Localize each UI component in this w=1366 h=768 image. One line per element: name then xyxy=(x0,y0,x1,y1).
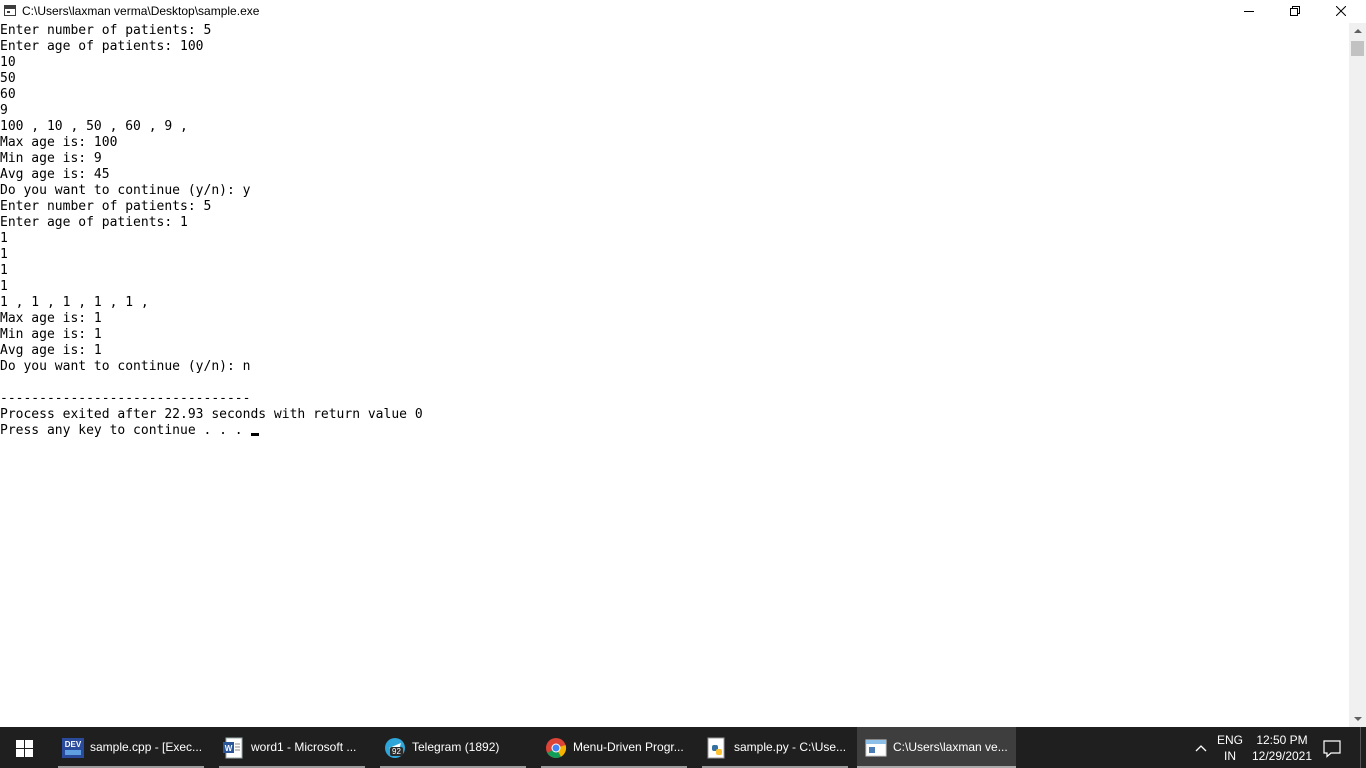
console-line: Process exited after 22.93 seconds with … xyxy=(0,407,423,422)
taskbar-clock[interactable]: 12:50 PM 12/29/2021 xyxy=(1246,732,1318,764)
restore-icon xyxy=(1290,6,1300,16)
scroll-up-button[interactable] xyxy=(1349,23,1366,40)
console-line: 100 , 10 , 50 , 60 , 9 , xyxy=(0,119,188,134)
console-line: 1 xyxy=(0,247,8,262)
restore-button[interactable] xyxy=(1272,0,1318,23)
console-separator: -------------------------------- xyxy=(0,391,251,406)
notification-icon xyxy=(1323,740,1341,758)
console-line: Do you want to continue (y/n): y xyxy=(0,183,251,198)
taskbar-item-console[interactable]: C:\Users\laxman ve... xyxy=(857,727,1016,768)
svg-text:DEV: DEV xyxy=(65,740,82,749)
arrow-up-icon xyxy=(1354,29,1362,33)
taskbar-item-label: Telegram (1892) xyxy=(412,740,500,754)
taskbar-item-label: C:\Users\laxman ve... xyxy=(893,740,1008,754)
windows-logo-icon xyxy=(16,740,33,757)
language-region: IN xyxy=(1224,749,1236,763)
arrow-down-icon xyxy=(1354,717,1362,721)
scroll-down-button[interactable] xyxy=(1349,710,1366,727)
console-line: Min age is: 1 xyxy=(0,327,102,342)
scroll-thumb[interactable] xyxy=(1351,41,1364,56)
window-title: C:\Users\laxman verma\Desktop\sample.exe xyxy=(22,4,260,18)
console-app-icon xyxy=(4,5,16,16)
console-prompt-line: Press any key to continue . . . xyxy=(0,423,260,439)
svg-text:W: W xyxy=(225,744,233,753)
start-button[interactable] xyxy=(0,727,48,768)
taskbar-item-label: word1 - Microsoft ... xyxy=(251,740,357,754)
console-line: Min age is: 9 xyxy=(0,151,102,166)
taskbar-item-telegram[interactable]: 92 Telegram (1892) xyxy=(376,727,530,768)
minimize-button[interactable] xyxy=(1226,0,1272,23)
taskbar-item-label: sample.py - C:\Use... xyxy=(734,740,847,754)
console-icon xyxy=(865,739,887,757)
console-line: Enter number of patients: 5 xyxy=(0,199,212,214)
console-line: 10 xyxy=(0,55,16,70)
taskbar-item-python[interactable]: sample.py - C:\Use... xyxy=(698,727,852,768)
close-button[interactable] xyxy=(1318,0,1364,23)
taskbar-item-word[interactable]: W word1 - Microsoft ... xyxy=(215,727,369,768)
console-line: Enter number of patients: 5 xyxy=(0,23,212,38)
clock-date: 12/29/2021 xyxy=(1251,749,1313,763)
taskbar-item-devcpp[interactable]: DEV sample.cpp - [Exec... xyxy=(54,727,208,768)
minimize-icon xyxy=(1244,11,1254,12)
language-code: ENG xyxy=(1216,733,1243,747)
console-line: 60 xyxy=(0,87,16,102)
taskbar-item-label: Menu-Driven Progr... xyxy=(573,740,684,754)
console-line: 1 xyxy=(0,231,8,246)
console-line: Do you want to continue (y/n): n xyxy=(0,359,251,374)
devcpp-icon: DEV xyxy=(62,738,84,758)
console-line: Max age is: 1 xyxy=(0,311,102,326)
action-center-button[interactable] xyxy=(1318,736,1346,760)
console-line: 50 xyxy=(0,71,16,86)
taskbar-item-label: sample.cpp - [Exec... xyxy=(90,740,203,754)
console-line: 1 , 1 , 1 , 1 , 1 , xyxy=(0,295,149,310)
taskbar: DEV sample.cpp - [Exec... W word1 - Micr… xyxy=(0,727,1366,768)
python-icon xyxy=(707,737,725,759)
notification-badge: 92 xyxy=(390,747,403,756)
console-line: Avg age is: 1 xyxy=(0,343,102,358)
console-prompt: Press any key to continue . . . xyxy=(0,423,251,438)
console-line: Enter age of patients: 1 xyxy=(0,215,188,230)
console-output[interactable]: Enter number of patients: 5 Enter age of… xyxy=(0,23,1349,727)
chevron-up-icon xyxy=(1195,745,1207,752)
taskbar-item-chrome[interactable]: Menu-Driven Progr... xyxy=(537,727,691,768)
console-line: 1 xyxy=(0,279,8,294)
show-desktop-button[interactable] xyxy=(1360,727,1366,768)
console-line: Max age is: 100 xyxy=(0,135,118,150)
console-line: Enter age of patients: 100 xyxy=(0,39,204,54)
vertical-scrollbar[interactable] xyxy=(1349,23,1366,727)
input-language-indicator[interactable]: ENG IN xyxy=(1214,732,1246,764)
word-icon: W xyxy=(223,737,243,759)
console-line: Avg age is: 45 xyxy=(0,167,110,182)
chrome-icon xyxy=(546,738,567,759)
console-line: 1 xyxy=(0,263,8,278)
console-line: 9 xyxy=(0,103,8,118)
title-bar: C:\Users\laxman verma\Desktop\sample.exe xyxy=(0,0,1366,23)
clock-time: 12:50 PM xyxy=(1256,733,1308,747)
text-cursor xyxy=(251,433,260,436)
close-icon xyxy=(1336,6,1346,16)
show-hidden-icons-button[interactable] xyxy=(1190,740,1212,756)
